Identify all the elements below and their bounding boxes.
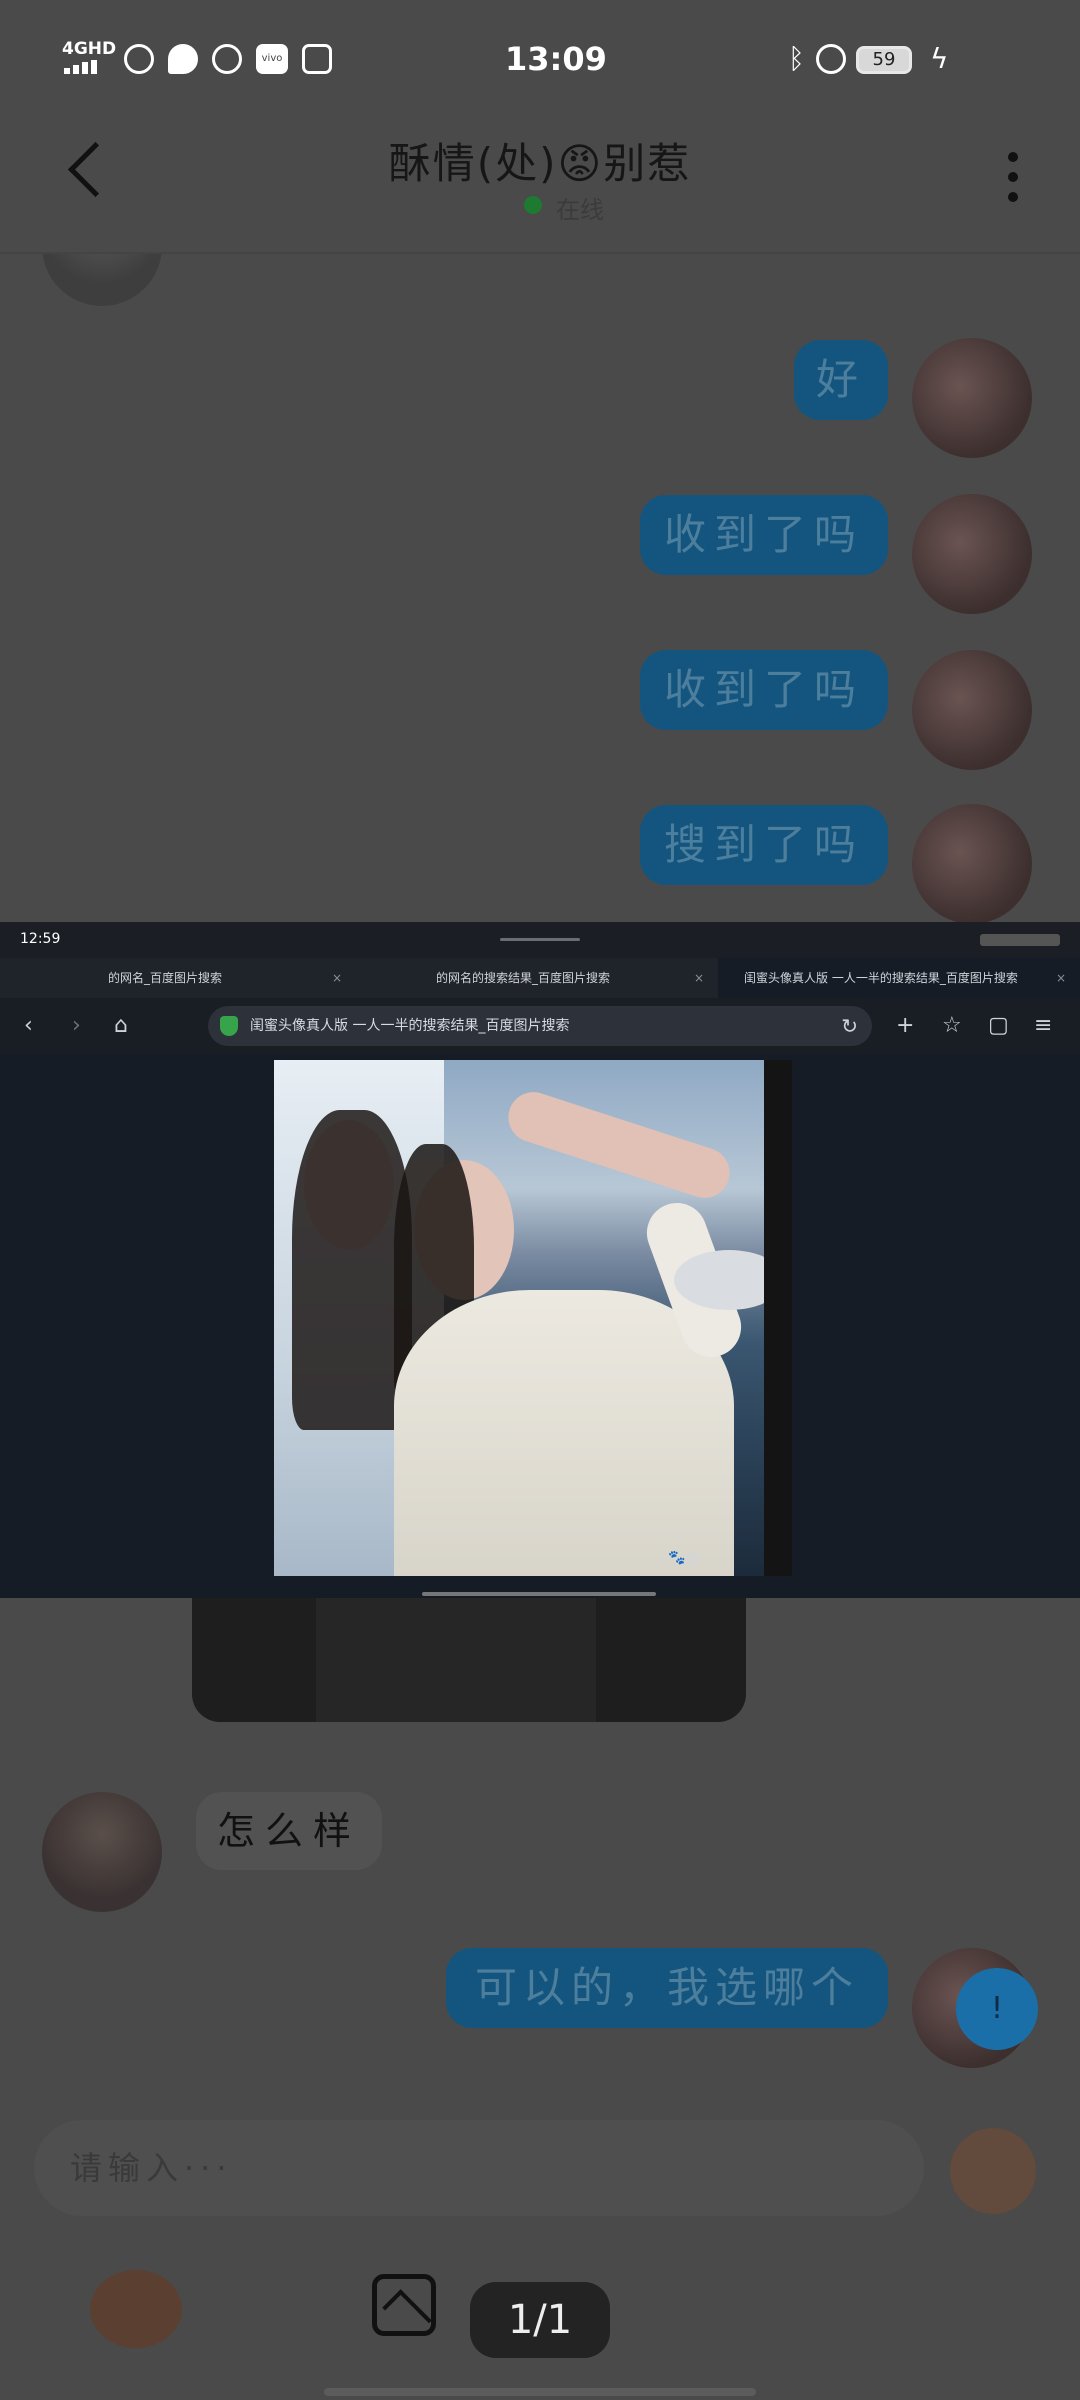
browser-icon bbox=[212, 44, 242, 74]
battery-icon: 59 bbox=[856, 46, 912, 74]
more-dots-icon[interactable] bbox=[1008, 152, 1018, 162]
home-icon[interactable]: ⌂ bbox=[114, 1012, 128, 1040]
browser-screenshot-overlay[interactable]: 12:59 的网名_百度图片搜索 × 的网名的搜索结果_百度图片搜索 × 闺蜜头像真… bbox=[0, 922, 1080, 1598]
my-avatar[interactable] bbox=[912, 338, 1032, 458]
browser-tab-strip: 的网名_百度图片搜索 × 的网名的搜索结果_百度图片搜索 × 闺蜜头像真人版 一人一… bbox=[0, 958, 1080, 998]
page-counter: 1/1 bbox=[470, 2282, 610, 2358]
close-tab-icon[interactable]: × bbox=[332, 958, 342, 998]
no-signal-icon bbox=[124, 44, 154, 74]
clock: 13:09 bbox=[505, 40, 607, 78]
image-picker-icon[interactable] bbox=[372, 2274, 436, 2339]
photo-two-girls[interactable]: 🐾@ bbox=[274, 1060, 792, 1576]
alarm-icon bbox=[816, 44, 846, 74]
online-status-text: 在线 bbox=[556, 196, 604, 224]
browser-tab[interactable]: 的网名的搜索结果_百度图片搜索 × bbox=[356, 958, 718, 998]
charging-icon: ϟ bbox=[930, 42, 949, 75]
header-divider bbox=[0, 252, 1080, 254]
browser-toolbar: ‹ › ⌂ 闺蜜头像真人版 一人一半的搜索结果_百度图片搜索 ↻ + ☆ ▢ ≡ bbox=[0, 998, 1080, 1054]
secure-shield-icon bbox=[220, 1016, 238, 1036]
vivo-icon: vivo bbox=[256, 44, 288, 74]
overlay-drag-handle[interactable] bbox=[422, 1592, 656, 1596]
bookmark-star-icon[interactable]: ☆ bbox=[942, 1012, 962, 1040]
forward-arrow-icon[interactable]: › bbox=[72, 1012, 81, 1040]
message-icon bbox=[168, 44, 198, 74]
my-avatar[interactable] bbox=[912, 650, 1032, 770]
back-arrow-icon[interactable]: ‹ bbox=[24, 1012, 33, 1040]
message-bubble[interactable]: 可以的，我选哪个 bbox=[446, 1948, 888, 2028]
message-bubble[interactable]: 搜到了吗 bbox=[640, 805, 888, 885]
message-bubble[interactable]: 收到了吗 bbox=[640, 650, 888, 730]
message-bubble[interactable]: 怎么样 bbox=[196, 1792, 382, 1870]
browser-clock: 12:59 bbox=[20, 931, 61, 947]
shared-image-preview[interactable] bbox=[192, 1598, 746, 1722]
my-avatar[interactable] bbox=[912, 804, 1032, 924]
signal-bars-icon bbox=[64, 60, 108, 74]
bluetooth-icon: ᛒ bbox=[788, 42, 805, 75]
watermark: 🐾@ bbox=[668, 1550, 700, 1566]
floating-alert-button[interactable]: ! bbox=[956, 1968, 1038, 2050]
sticker-button[interactable] bbox=[90, 2270, 182, 2348]
browser-tab[interactable]: 的网名_百度图片搜索 × bbox=[0, 958, 356, 998]
my-avatar[interactable] bbox=[912, 494, 1032, 614]
close-tab-icon[interactable]: × bbox=[694, 958, 704, 998]
contact-avatar[interactable] bbox=[42, 1792, 162, 1912]
reload-icon[interactable]: ↻ bbox=[841, 1006, 858, 1046]
browser-status-icons bbox=[980, 934, 1060, 946]
new-tab-icon[interactable]: + bbox=[896, 1012, 914, 1040]
chat-title-text: 酥情(处)😡别惹 bbox=[388, 139, 692, 188]
tabs-overview-icon[interactable]: ▢ bbox=[988, 1012, 1009, 1040]
send-button[interactable] bbox=[950, 2128, 1036, 2214]
browser-tab-active[interactable]: 闺蜜头像真人版 一人一半的搜索结果_百度图片搜索 × bbox=[718, 958, 1080, 998]
status-bar: 4GHD vivo 13:09 ᛒ 59 ϟ bbox=[0, 0, 1080, 120]
network-indicator: 4GHD bbox=[62, 39, 117, 59]
menu-icon[interactable]: ≡ bbox=[1034, 1012, 1052, 1040]
browser-status-bar: 12:59 bbox=[0, 922, 1080, 958]
message-input[interactable]: 请输入··· bbox=[34, 2120, 924, 2216]
close-tab-icon[interactable]: × bbox=[1056, 958, 1066, 998]
address-bar[interactable]: 闺蜜头像真人版 一人一半的搜索结果_百度图片搜索 ↻ bbox=[208, 1006, 872, 1046]
message-bubble[interactable]: 收到了吗 bbox=[640, 495, 888, 575]
message-bubble[interactable]: 好 bbox=[794, 340, 888, 420]
play-icon bbox=[302, 44, 332, 74]
home-indicator[interactable] bbox=[324, 2388, 756, 2396]
online-dot-icon bbox=[524, 196, 542, 214]
